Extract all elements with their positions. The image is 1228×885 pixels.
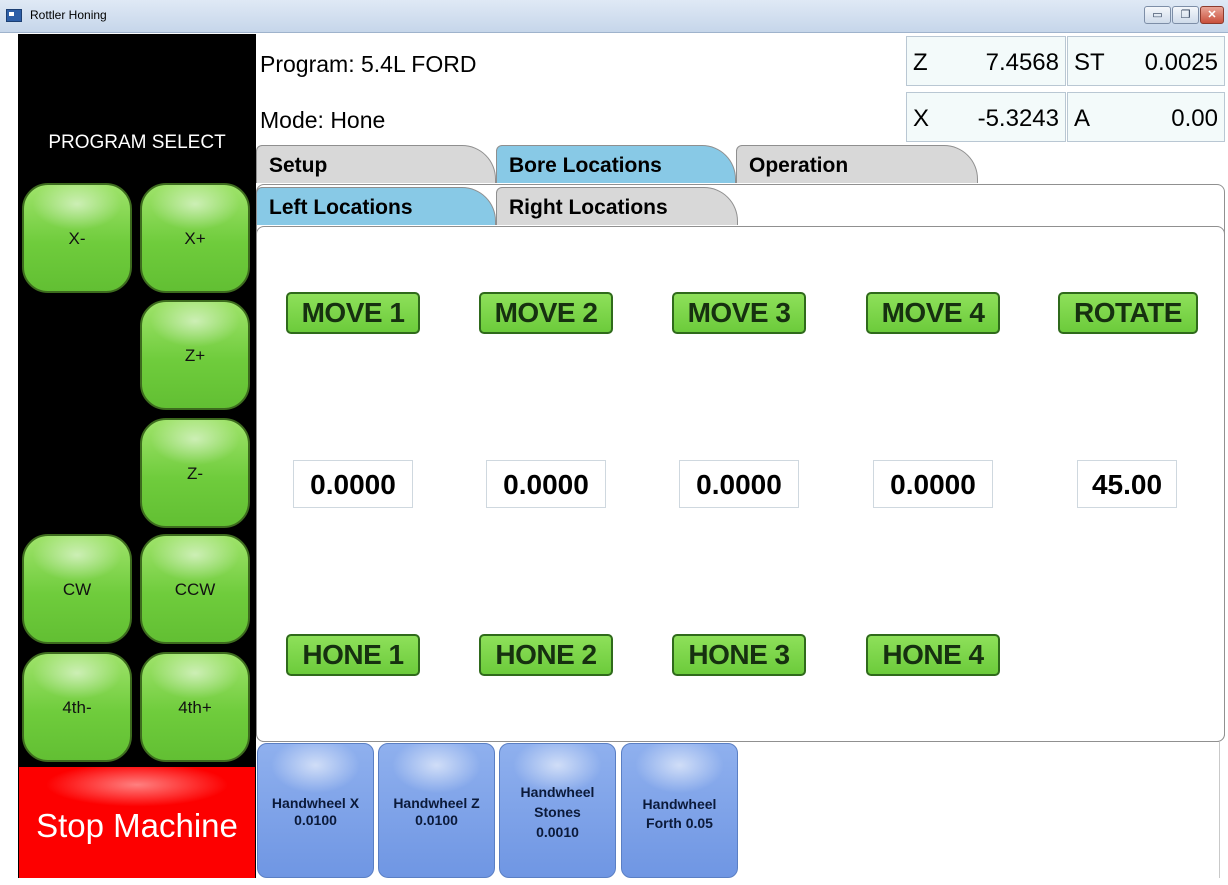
z-minus-button[interactable]: Z- <box>140 418 250 528</box>
handwheel-z-button[interactable]: Handwheel Z 0.0100 <box>378 743 495 878</box>
handwheel-forth-button[interactable]: Handwheel Forth 0.05 <box>621 743 738 878</box>
hone-2-button[interactable]: HONE 2 <box>479 634 613 676</box>
x-minus-button[interactable]: X- <box>22 183 132 293</box>
x-readout: X -5.3243 <box>906 92 1066 142</box>
z-plus-button[interactable]: Z+ <box>140 300 250 410</box>
handwheel-x-label: Handwheel X <box>271 795 360 811</box>
handwheel-z-increment: 0.0100 <box>415 812 458 828</box>
z-readout-value: 7.4568 <box>985 49 1059 76</box>
a-readout-value: 0.00 <box>1171 105 1218 132</box>
maximize-button[interactable]: ❐ <box>1172 6 1199 24</box>
title-bar <box>0 0 1228 33</box>
handwheel-stones-button[interactable]: Handwheel Stones 0.0010 <box>499 743 616 878</box>
handwheel-x-increment: 0.0100 <box>294 812 337 828</box>
st-readout-label: ST <box>1074 49 1105 76</box>
close-button[interactable]: ✕ <box>1200 6 1224 24</box>
st-readout: ST 0.0025 <box>1067 36 1225 86</box>
tab-left-locations[interactable]: Left Locations <box>256 187 496 225</box>
app-icon <box>6 9 22 22</box>
z-minus-label: Z- <box>186 464 204 483</box>
move-3-value-field[interactable]: 0.0000 <box>679 460 799 508</box>
tab-setup[interactable]: Setup <box>256 145 496 183</box>
cw-button[interactable]: CW <box>22 534 132 644</box>
a-readout: A 0.00 <box>1067 92 1225 142</box>
handwheel-stones-label: Handwheel <box>520 784 595 800</box>
window-title: Rottler Honing <box>30 8 107 22</box>
z-readout: Z 7.4568 <box>906 36 1066 86</box>
hone-1-button[interactable]: HONE 1 <box>286 634 420 676</box>
fourth-plus-button[interactable]: 4th+ <box>140 652 250 762</box>
tab-bore-locations[interactable]: Bore Locations <box>496 145 736 183</box>
fourth-minus-label: 4th- <box>62 698 92 717</box>
st-readout-value: 0.0025 <box>1144 49 1218 76</box>
mode-label: Mode: Hone <box>260 107 386 133</box>
a-readout-label: A <box>1074 105 1091 132</box>
x-plus-button[interactable]: X+ <box>140 183 250 293</box>
tab-operation[interactable]: Operation <box>736 145 978 183</box>
hone-3-button[interactable]: HONE 3 <box>672 634 806 676</box>
handwheel-stones-label-2: Stones <box>534 804 581 820</box>
handwheel-x-button[interactable]: Handwheel X 0.0100 <box>257 743 374 878</box>
x-minus-label: X- <box>68 229 86 248</box>
handwheel-forth-label: Handwheel <box>642 796 717 812</box>
move-1-button[interactable]: MOVE 1 <box>286 292 420 334</box>
rotate-button[interactable]: ROTATE <box>1058 292 1198 334</box>
x-plus-label: X+ <box>184 229 206 248</box>
x-readout-value: -5.3243 <box>977 105 1059 132</box>
program-label: Program: 5.4L FORD <box>260 51 477 77</box>
handwheel-z-label: Handwheel Z <box>393 795 480 811</box>
ccw-label: CCW <box>174 580 216 599</box>
handwheel-forth-increment: Forth 0.05 <box>646 815 713 831</box>
stop-machine-button[interactable]: Stop Machine <box>19 767 255 878</box>
move-3-button[interactable]: MOVE 3 <box>672 292 806 334</box>
move-4-button[interactable]: MOVE 4 <box>866 292 1000 334</box>
move-2-button[interactable]: MOVE 2 <box>479 292 613 334</box>
handwheel-stones-increment: 0.0010 <box>536 824 579 840</box>
z-plus-label: Z+ <box>184 346 206 365</box>
fourth-minus-button[interactable]: 4th- <box>22 652 132 762</box>
cw-label: CW <box>62 580 92 599</box>
move-4-value-field[interactable]: 0.0000 <box>873 460 993 508</box>
scrollbar[interactable] <box>1219 742 1228 878</box>
ccw-button[interactable]: CCW <box>140 534 250 644</box>
hone-4-button[interactable]: HONE 4 <box>866 634 1000 676</box>
rotate-value-field[interactable]: 45.00 <box>1077 460 1177 508</box>
z-readout-label: Z <box>913 49 928 76</box>
fourth-plus-label: 4th+ <box>178 698 212 717</box>
x-readout-label: X <box>913 105 930 132</box>
minimize-button[interactable]: ▭ <box>1144 6 1171 24</box>
tab-right-locations[interactable]: Right Locations <box>496 187 738 225</box>
program-select-button[interactable]: PROGRAM SELECT <box>18 132 256 154</box>
move-2-value-field[interactable]: 0.0000 <box>486 460 606 508</box>
move-1-value-field[interactable]: 0.0000 <box>293 460 413 508</box>
